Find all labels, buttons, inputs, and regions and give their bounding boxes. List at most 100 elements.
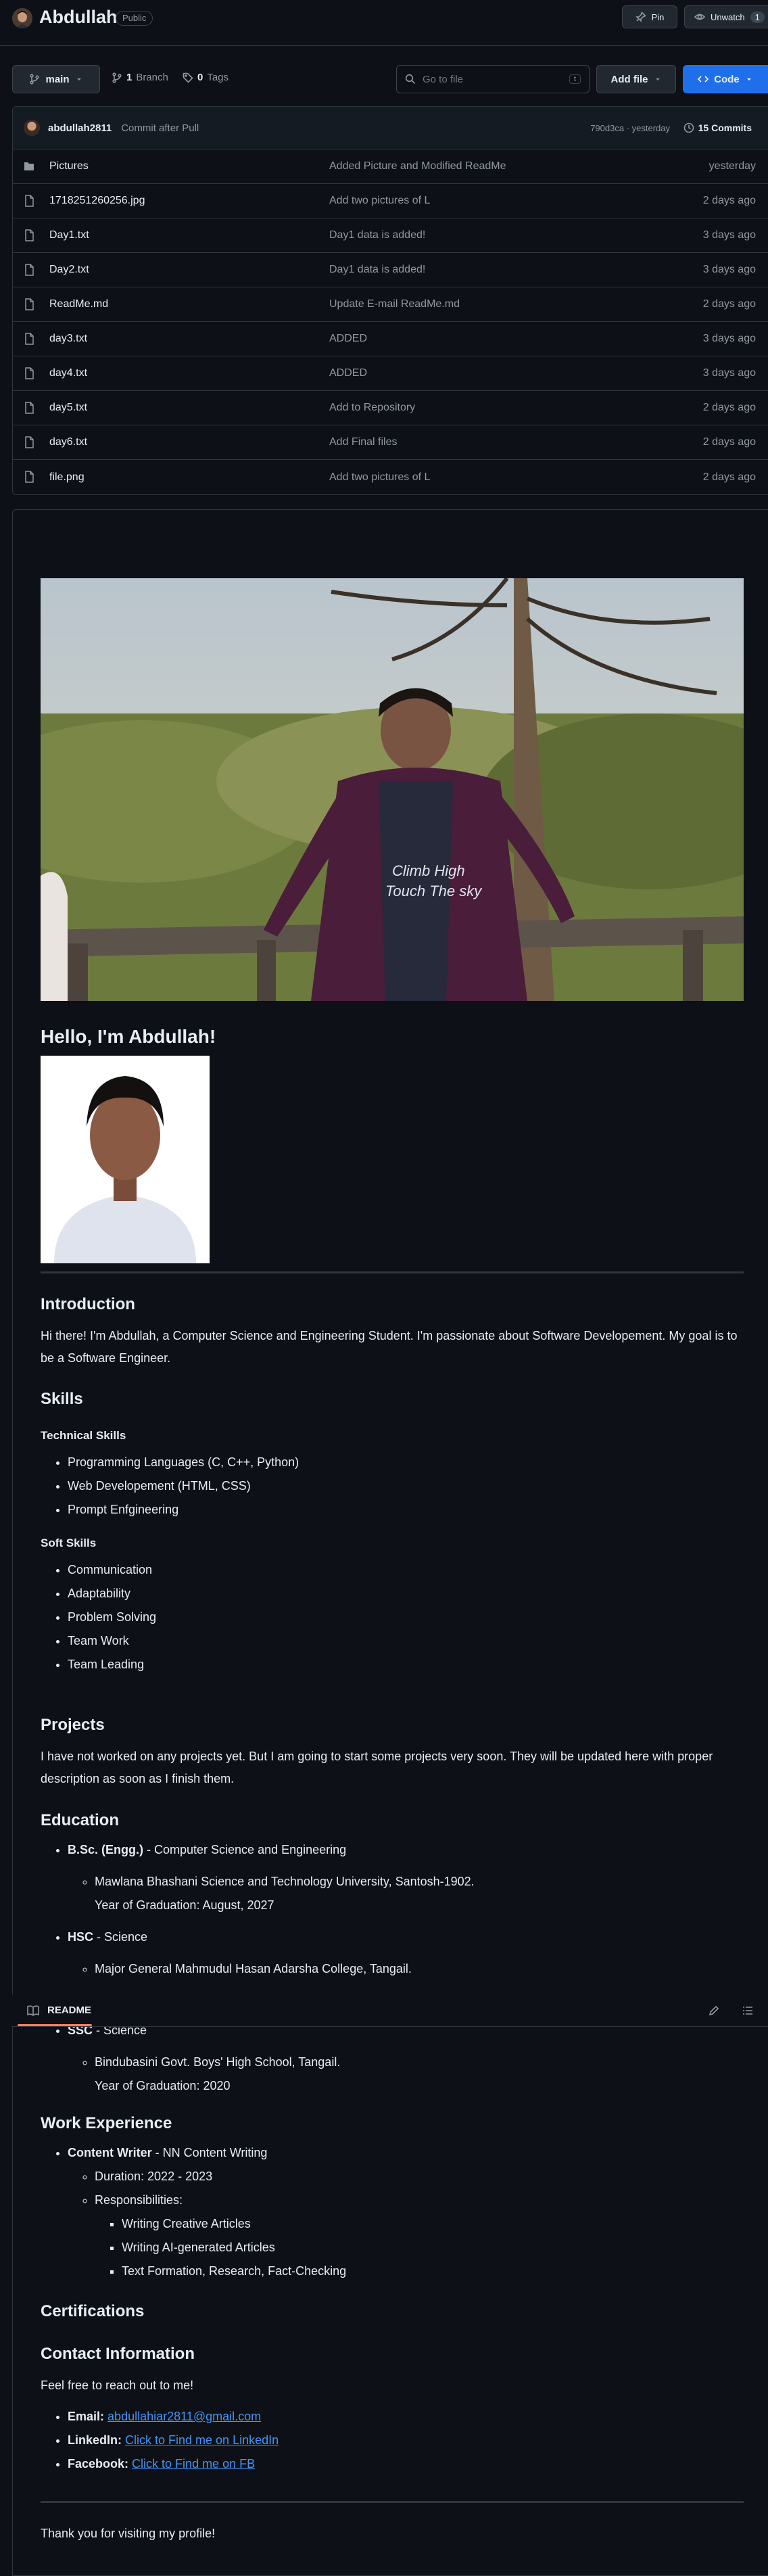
- thanks-text: Thank you for visiting my profile!: [41, 2527, 216, 2540]
- unwatch-button[interactable]: Unwatch 1: [684, 5, 768, 28]
- code-label: Code: [714, 73, 740, 85]
- projects-heading: Projects: [41, 1716, 105, 1734]
- pin-button[interactable]: Pin: [622, 5, 677, 28]
- file-commit-message[interactable]: ADDED: [329, 367, 367, 379]
- skills-heading: Skills: [41, 1390, 83, 1408]
- readme-tab[interactable]: README: [47, 2005, 91, 2016]
- file-row[interactable]: Day1.txt Day1 data is added! 3 days ago: [13, 218, 768, 253]
- file-commit-message[interactable]: Add to Repository: [329, 402, 415, 414]
- file-row[interactable]: Pictures Added Picture and Modified ReadM…: [13, 149, 768, 184]
- committer-name[interactable]: abdullah2811: [48, 122, 112, 134]
- facebook-link[interactable]: Click to Find me on FB: [132, 2457, 255, 2470]
- certs-section: Certifications: [41, 2302, 744, 2321]
- file-name[interactable]: file.png: [49, 471, 85, 484]
- work-item: Content Writer - NN Content Writing Dura…: [68, 2141, 744, 2283]
- repo-name[interactable]: Abdullah: [39, 7, 118, 28]
- file-name[interactable]: day4.txt: [49, 367, 87, 379]
- divider: [41, 1271, 744, 1273]
- linkedin-link[interactable]: Click to Find me on LinkedIn: [125, 2433, 279, 2447]
- file-commit-message[interactable]: Update E-mail ReadMe.md: [329, 298, 460, 310]
- outline-list-icon[interactable]: [742, 2005, 753, 2016]
- projects-text: I have not worked on any projects yet. B…: [41, 1750, 713, 1785]
- email-label: Email:: [68, 2410, 105, 2423]
- file-icon: [25, 229, 34, 241]
- file-row[interactable]: 1718251260256.jpg Add two pictures of L 2 …: [13, 184, 768, 218]
- tags-link[interactable]: 0 Tags: [183, 72, 229, 83]
- readme-greeting: Hello, I'm Abdullah!: [41, 1026, 744, 1048]
- file-row[interactable]: Day2.txt Day1 data is added! 3 days ago: [13, 253, 768, 287]
- file-name[interactable]: ReadMe.md: [49, 298, 108, 310]
- file-name[interactable]: day3.txt: [49, 333, 87, 345]
- file-commit-message[interactable]: Added Picture and Modified ReadMe: [329, 160, 506, 172]
- file-row[interactable]: ReadMe.md Update E-mail ReadMe.md 2 days a…: [13, 287, 768, 322]
- file-name[interactable]: day6.txt: [49, 436, 87, 448]
- responsibility-item: Writing Creative Articles: [122, 2212, 744, 2236]
- soft-skill-item: Team Work: [68, 1629, 744, 1653]
- projects-section: Projects I have not worked on any projec…: [41, 1716, 744, 1790]
- work-company: - NN Content Writing: [151, 2146, 268, 2159]
- file-row[interactable]: day5.txt Add to Repository 2 days ago: [13, 391, 768, 425]
- file-icon: [25, 333, 34, 345]
- education-hsc: HSC - Science Major General Mahmudul Has…: [68, 1925, 744, 1981]
- branches-link[interactable]: 1 Branch: [112, 72, 168, 83]
- work-title: Content Writer: [68, 2146, 152, 2159]
- branch-icon: [30, 74, 40, 85]
- file-name[interactable]: day5.txt: [49, 402, 87, 414]
- file-name[interactable]: Day2.txt: [49, 264, 89, 276]
- file-commit-message[interactable]: Add Final files: [329, 436, 398, 448]
- closing-section: Thank you for visiting my profile!: [41, 2523, 744, 2545]
- file-commit-date: 2 days ago: [702, 471, 756, 483]
- file-commit-date: 2 days ago: [702, 298, 756, 310]
- technical-skill-item: Web Developement (HTML, CSS): [68, 1474, 744, 1498]
- file-icon: [25, 471, 34, 483]
- soft-skill-item: Adaptability: [68, 1582, 744, 1606]
- file-commit-date: 3 days ago: [702, 333, 756, 344]
- education-section: Education B.Sc. (Engg.) - Computer Scien…: [41, 1811, 744, 1981]
- file-name[interactable]: 1718251260256.jpg: [49, 195, 145, 207]
- file-icon: [25, 367, 34, 379]
- file-commit-date: yesterday: [709, 160, 756, 172]
- file-commit-date: 3 days ago: [702, 367, 756, 379]
- commit-sha[interactable]: 790d3ca · yesterday: [590, 123, 670, 133]
- commits-label: 15 Commits: [698, 122, 752, 133]
- history-icon: [683, 122, 694, 133]
- add-file-button[interactable]: Add file: [596, 65, 676, 93]
- search-shortcut: t: [569, 74, 581, 84]
- search-placeholder: Go to file: [423, 73, 464, 85]
- certs-heading: Certifications: [41, 2302, 145, 2320]
- branch-selector[interactable]: main: [12, 65, 100, 93]
- pencil-icon[interactable]: [709, 2005, 719, 2016]
- file-row[interactable]: day3.txt ADDED 3 days ago: [13, 322, 768, 356]
- file-row[interactable]: file.png Add two pictures of L 2 days ago: [13, 460, 768, 494]
- file-commit-message[interactable]: Day1 data is added!: [329, 264, 425, 276]
- responsibility-item: Writing AI-generated Articles: [122, 2236, 744, 2259]
- code-button[interactable]: Code: [683, 65, 768, 93]
- file-commit-date: 2 days ago: [702, 195, 756, 206]
- owner-avatar[interactable]: [12, 8, 32, 28]
- commits-link[interactable]: 15 Commits: [683, 122, 752, 133]
- intro-text: Hi there! I'm Abdullah, a Computer Scien…: [41, 1329, 738, 1365]
- file-commit-message[interactable]: ADDED: [329, 333, 367, 345]
- ssc-school: Bindubasini Govt. Boys' High School, Tan…: [95, 2055, 341, 2069]
- work-heading: Work Experience: [41, 2114, 172, 2132]
- file-name[interactable]: Day1.txt: [49, 229, 89, 241]
- add-file-label: Add file: [610, 73, 648, 85]
- file-name[interactable]: Pictures: [49, 160, 89, 172]
- file-row[interactable]: day6.txt Add Final files 2 days ago: [13, 425, 768, 460]
- commit-message[interactable]: Commit after Pull: [121, 122, 199, 134]
- committer-avatar[interactable]: [24, 120, 40, 136]
- email-link[interactable]: abdullahiar2811@gmail.com: [107, 2410, 261, 2423]
- go-to-file-input[interactable]: Go to file t: [396, 65, 590, 93]
- file-icon: [25, 195, 34, 207]
- shirt-text: Climb High: [392, 862, 465, 879]
- work-section: Work Experience Content Writer - NN Cont…: [41, 2114, 744, 2283]
- file-commit-message[interactable]: Add two pictures of L: [329, 195, 430, 207]
- file-row[interactable]: day4.txt ADDED 3 days ago: [13, 356, 768, 391]
- file-commit-message[interactable]: Add two pictures of L: [329, 471, 430, 484]
- branch-icon: [112, 72, 122, 83]
- file-commit-message[interactable]: Day1 data is added!: [329, 229, 425, 241]
- technical-skills-list: Programming Languages (C, C++, Python)We…: [41, 1451, 744, 1522]
- bsc-year: Year of Graduation: August, 2027: [95, 1898, 274, 1912]
- visibility-badge: Public: [116, 11, 153, 26]
- hsc-school: Major General Mahmudul Hasan Adarsha Col…: [95, 1957, 744, 1981]
